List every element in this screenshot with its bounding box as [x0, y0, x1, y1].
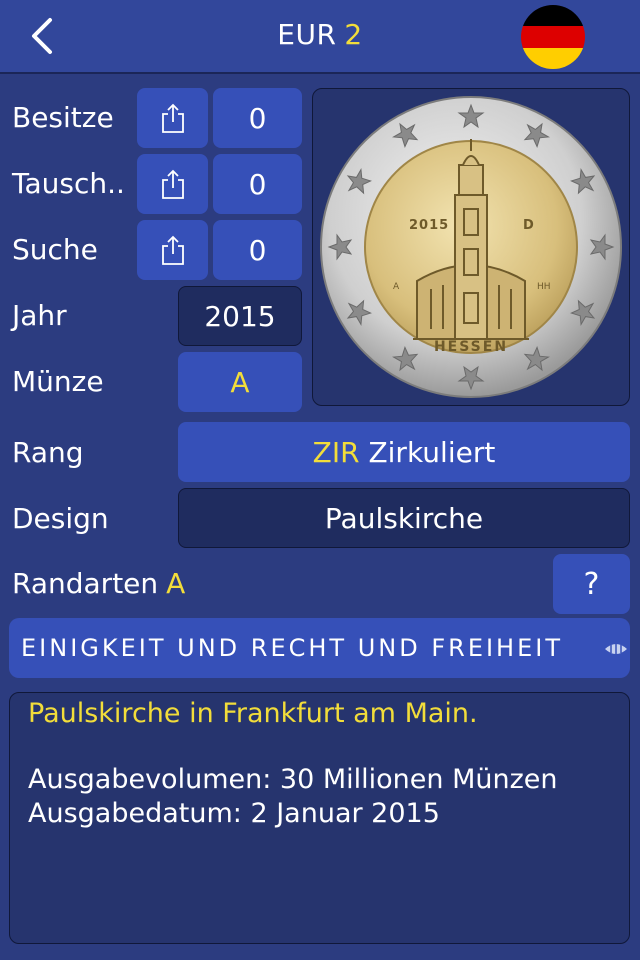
suche-count-button[interactable]: 0: [213, 220, 302, 280]
rang-code: ZIR: [312, 435, 360, 469]
description-line-3: Ausgabedatum: 2 Januar 2015: [28, 798, 440, 829]
description-line-1: Paulskirche in Frankfurt am Main.: [28, 698, 478, 729]
jahr-label: Jahr: [12, 299, 67, 332]
tausch-share-button[interactable]: [137, 154, 208, 214]
currency-label: EUR: [277, 18, 337, 51]
share-icon: [161, 169, 184, 199]
muenze-value: A: [230, 365, 250, 399]
coin-image: 2015 D A HH HESSEN: [320, 96, 622, 398]
germany-flag-icon[interactable]: [521, 5, 585, 69]
description-box[interactable]: Paulskirche in Frankfurt am Main. Ausgab…: [9, 692, 630, 944]
besitze-share-button[interactable]: [137, 88, 208, 148]
tausch-label: Tausch..: [12, 167, 125, 200]
suche-label: Suche: [12, 233, 98, 266]
share-icon: [161, 103, 184, 133]
rang-text: Zirkuliert: [368, 435, 496, 469]
edge-lettering-button[interactable]: EINIGKEIT UND RECHT UND FREIHEIT: [9, 618, 630, 678]
coin-name: HESSEN: [434, 339, 508, 355]
design-label: Design: [12, 502, 109, 535]
muenze-label: Münze: [12, 365, 104, 398]
denomination-label: 2: [344, 18, 363, 51]
rang-label: Rang: [12, 436, 84, 469]
design-field[interactable]: Paulskirche: [178, 488, 630, 548]
description-line-2: Ausgabevolumen: 30 Millionen Münzen: [28, 764, 558, 795]
coin-right-mark: HH: [537, 282, 551, 292]
share-icon: [161, 235, 184, 265]
edge-lettering-text: EINIGKEIT UND RECHT UND FREIHEIT: [21, 634, 564, 662]
randarten-label-text: Randarten: [12, 567, 159, 600]
tausch-count-button[interactable]: 0: [213, 154, 302, 214]
coin-image-panel[interactable]: 2015 D A HH HESSEN: [312, 88, 630, 406]
edge-lettering-icon: [605, 644, 627, 654]
randarten-value: A: [166, 567, 186, 600]
besitze-count-button[interactable]: 0: [213, 88, 302, 148]
randarten-label: Randarten A: [12, 567, 185, 600]
coin-left-mark: A: [393, 282, 400, 292]
jahr-field[interactable]: 2015: [178, 286, 302, 346]
randarten-help-button[interactable]: ?: [553, 554, 630, 614]
besitze-label: Besitze: [12, 101, 114, 134]
coin-mint: D: [523, 218, 534, 233]
coin-year: 2015: [409, 218, 449, 233]
muenze-button[interactable]: A: [178, 352, 302, 412]
header-bar: EUR 2: [0, 0, 640, 74]
suche-share-button[interactable]: [137, 220, 208, 280]
rang-button[interactable]: ZIR Zirkuliert: [178, 422, 630, 482]
